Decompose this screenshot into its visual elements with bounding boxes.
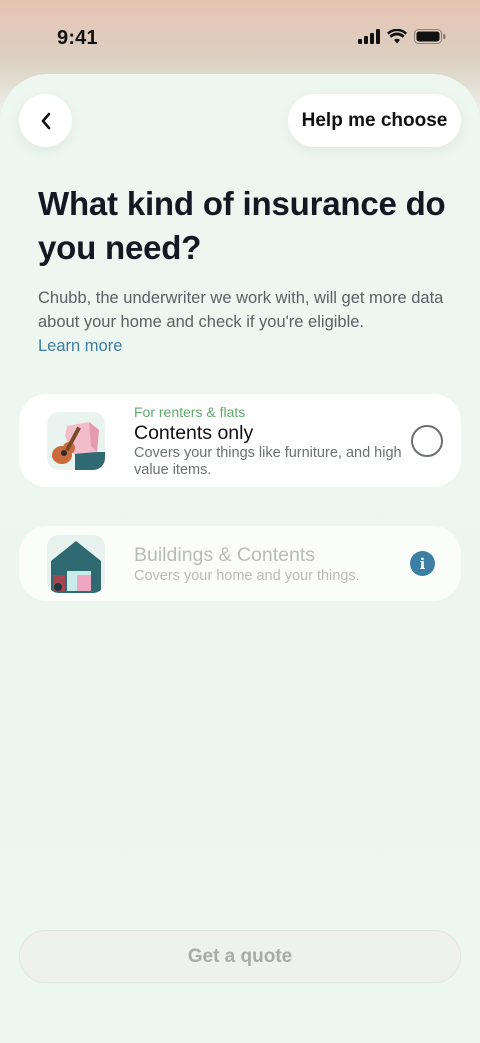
bottom-sheet: Help me choose What kind of insurance do… <box>0 74 480 1043</box>
info-icon[interactable]: i <box>410 551 435 576</box>
wifi-icon <box>387 29 407 44</box>
option-subtitle: Covers your home and your things. <box>134 568 360 584</box>
chevron-left-icon <box>41 112 50 129</box>
radio-button[interactable] <box>411 425 443 457</box>
description-text: Chubb, the underwriter we work with, wil… <box>38 289 444 331</box>
guitar-box-icon <box>47 412 105 470</box>
page-title: What kind of insurance do you need? <box>38 185 446 266</box>
description: Chubb, the underwriter we work with, wil… <box>38 286 458 358</box>
learn-more-link[interactable]: Learn more <box>38 334 458 358</box>
status-time: 9:41 <box>57 27 98 49</box>
battery-icon <box>414 29 446 44</box>
status-icons <box>358 29 446 44</box>
option-title: Buildings & Contents <box>134 544 316 566</box>
option-subtitle: Covers your things like furniture, and h… <box>134 445 402 478</box>
option-contents-only[interactable]: For renters & flats Contents only Covers… <box>19 394 461 487</box>
house-icon <box>47 535 105 593</box>
signal-icon <box>358 29 380 44</box>
option-tag: For renters & flats <box>134 404 246 420</box>
get-a-quote-button[interactable]: Get a quote <box>19 930 461 983</box>
status-bar: 9:41 <box>0 0 480 76</box>
option-title: Contents only <box>134 422 254 444</box>
back-button[interactable] <box>19 94 72 147</box>
help-me-choose-button[interactable]: Help me choose <box>288 94 461 147</box>
option-buildings-contents[interactable]: Buildings & Contents Covers your home an… <box>19 526 461 601</box>
